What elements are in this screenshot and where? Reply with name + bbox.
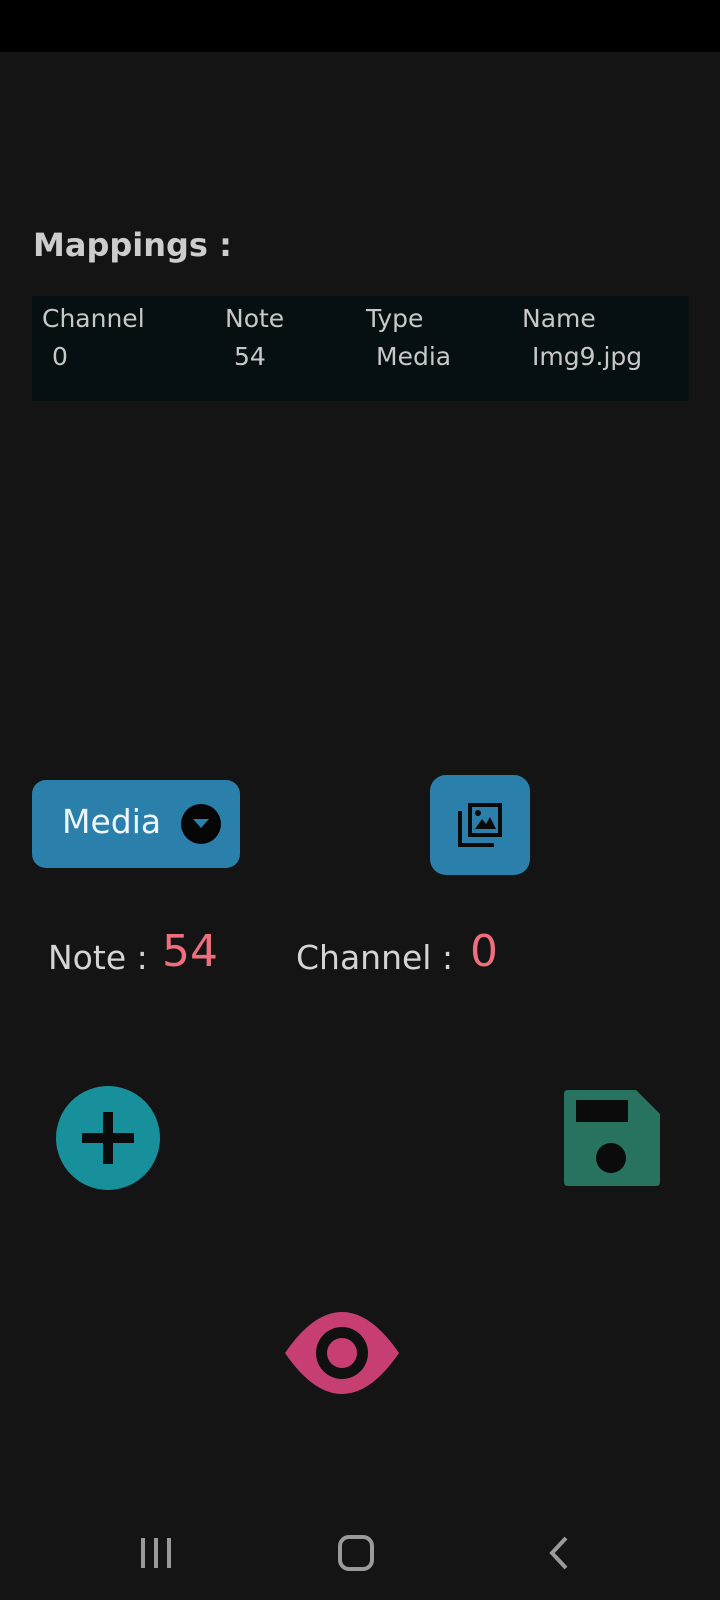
home-button[interactable]	[327, 1530, 387, 1580]
plus-icon	[82, 1112, 134, 1164]
mappings-table: Channel Note Type Name 0 54 Media Img9.j…	[32, 296, 689, 401]
save-button[interactable]	[564, 1090, 660, 1186]
back-icon	[549, 1536, 568, 1570]
column-header-note: Note	[225, 304, 285, 333]
channel-label: Channel :	[296, 938, 454, 977]
cell-type: Media	[376, 342, 452, 371]
cell-name: Img9.jpg	[532, 342, 643, 371]
mappings-title: Mappings :	[33, 226, 232, 264]
photo-library-icon	[458, 803, 502, 847]
eye-icon	[285, 1312, 399, 1394]
add-mapping-button[interactable]	[56, 1086, 160, 1190]
channel-value: 0	[470, 926, 498, 977]
type-select[interactable]: Media	[32, 780, 240, 868]
dropdown-arrow-icon	[181, 804, 221, 844]
recent-apps-icon	[141, 1538, 171, 1568]
floppy-disk-icon	[564, 1090, 660, 1186]
back-button[interactable]	[530, 1530, 590, 1580]
column-header-name: Name	[522, 304, 596, 333]
status-bar	[0, 0, 720, 52]
gallery-button[interactable]	[430, 775, 530, 875]
app-screen: Mappings : Channel Note Type Name 0 54 M…	[0, 0, 720, 1600]
recent-apps-button[interactable]	[126, 1530, 186, 1580]
navigation-bar	[0, 1500, 720, 1600]
column-header-channel: Channel	[42, 304, 145, 333]
type-select-value: Media	[62, 802, 162, 841]
cell-channel: 0	[52, 342, 68, 371]
note-value: 54	[162, 926, 218, 977]
preview-button[interactable]	[283, 1312, 401, 1394]
note-label: Note :	[48, 938, 148, 977]
home-icon	[338, 1535, 374, 1571]
column-header-type: Type	[366, 304, 424, 333]
cell-note: 54	[234, 342, 266, 371]
